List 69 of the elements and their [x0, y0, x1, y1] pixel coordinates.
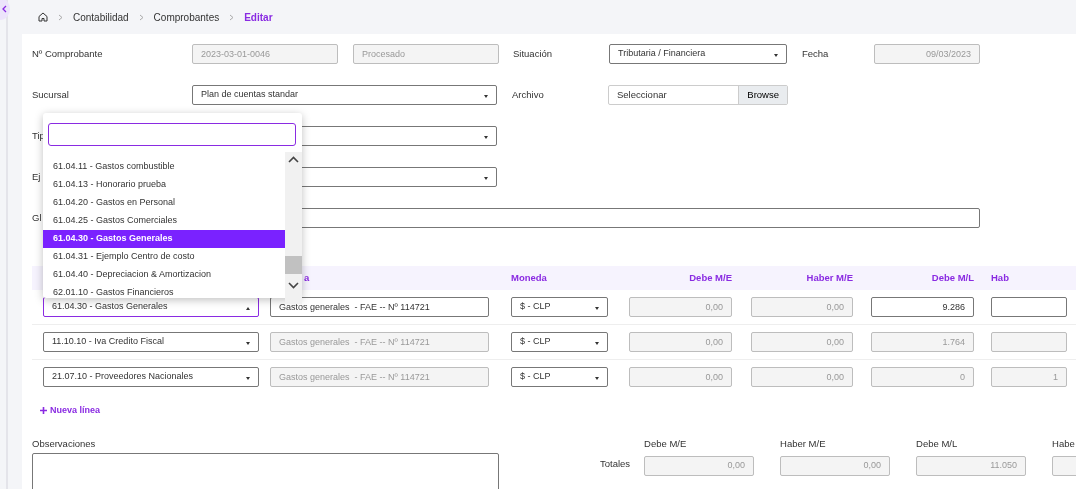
column-header: Moneda	[511, 271, 547, 283]
dropdown-option[interactable]: 61.04.20 - Gastos en Personal	[43, 194, 285, 212]
chevron-icon	[138, 13, 144, 21]
select-field[interactable]: $ - CLP	[511, 297, 608, 317]
field-label: Gl	[32, 211, 42, 223]
total-field: 0,00	[644, 455, 755, 476]
chevron-icon	[229, 13, 235, 21]
dropdown-option[interactable]: 61.04.11 - Gastos combustible	[43, 158, 285, 176]
caret-icon	[246, 342, 250, 345]
total-field: 11.050	[916, 455, 1027, 476]
file-field[interactable]: Seleccionar Browse	[608, 85, 788, 105]
dropdown-option[interactable]: 61.04.25 - Gastos Comerciales	[43, 212, 285, 230]
caret-icon	[246, 377, 250, 380]
new-line-link[interactable]: Nueva línea	[40, 404, 101, 418]
field-label: Situación	[513, 47, 553, 59]
select-field[interactable]: 21.07.10 - Proveedores Nacionales	[43, 367, 259, 387]
field-label: Haber M/E	[780, 436, 827, 451]
select-field[interactable]: $ - CLP	[511, 332, 608, 352]
caret-icon	[246, 307, 250, 310]
chevron-left-icon	[2, 5, 7, 13]
notes-field[interactable]	[32, 452, 499, 489]
caret-icon	[484, 136, 488, 139]
dropdown-option[interactable]: 61.04.13 - Honorario prueba	[43, 176, 285, 194]
select-field[interactable]: 61.04.30 - Gastos Generales	[43, 297, 259, 317]
breadcrumb-link[interactable]: Comprobantes	[153, 9, 220, 25]
plus-icon	[40, 407, 47, 415]
field-label: Debe M/L	[916, 436, 959, 451]
field-label: Observaciones	[32, 437, 96, 449]
field-label: Archivo	[512, 88, 544, 100]
field-label: Fecha	[802, 47, 829, 59]
file-placeholder: Seleccionar	[616, 87, 668, 102]
scrollbar[interactable]	[285, 152, 302, 304]
caret-icon	[484, 95, 488, 98]
field-label: Totales	[600, 456, 631, 471]
dropdown-option[interactable]: 61.04.31 - Ejemplo Centro de costo	[43, 248, 285, 266]
breadcrumb-link[interactable]: Contabilidad	[73, 9, 129, 25]
caret-icon	[774, 54, 778, 57]
search-field[interactable]	[48, 123, 296, 146]
amount-field[interactable]	[991, 297, 1067, 317]
browse-button[interactable]: Browse	[738, 86, 787, 104]
caret-icon	[595, 342, 599, 345]
home-icon[interactable]	[38, 12, 48, 22]
caret-icon	[595, 307, 599, 310]
chevron-icon	[58, 13, 63, 21]
column-header: Debe M/L	[931, 271, 974, 283]
dropdown-option[interactable]: 61.04.30 - Gastos Generales	[43, 230, 285, 248]
breadcrumb-link[interactable]: Editar	[244, 9, 273, 25]
select-field[interactable]: Tributaria / Financiera	[609, 44, 787, 64]
column-header: Hab	[991, 271, 1009, 283]
scrollbar-thumb[interactable]	[285, 256, 302, 274]
amount-field[interactable]: 9.286	[871, 297, 974, 317]
text-field[interactable]: Gastos generales - FAE -- Nº 114721	[270, 297, 489, 317]
field-label: Sucursal	[32, 88, 69, 100]
chevron-up-icon[interactable]	[288, 156, 299, 163]
field-label: Habe	[1052, 436, 1076, 451]
column-header: a	[304, 271, 310, 283]
caret-icon	[595, 377, 599, 380]
field-label: Nº Comprobante	[32, 47, 103, 59]
select-field[interactable]: $ - CLP	[511, 367, 608, 387]
caret-icon	[484, 177, 488, 180]
total-field: 0,00	[780, 455, 891, 476]
dropdown-option[interactable]: 61.04.40 - Depreciacion & Amortizacion	[43, 266, 285, 284]
field-label: Ej	[32, 170, 41, 182]
column-header: Haber M/E	[806, 271, 853, 283]
select-field[interactable]: 11.10.10 - Iva Credito Fiscal	[43, 332, 259, 352]
chevron-down-icon[interactable]	[288, 282, 299, 289]
select-field[interactable]: Plan de cuentas standar	[192, 85, 497, 105]
column-header: Debe M/E	[689, 271, 732, 283]
field-label: Debe M/E	[644, 436, 688, 451]
